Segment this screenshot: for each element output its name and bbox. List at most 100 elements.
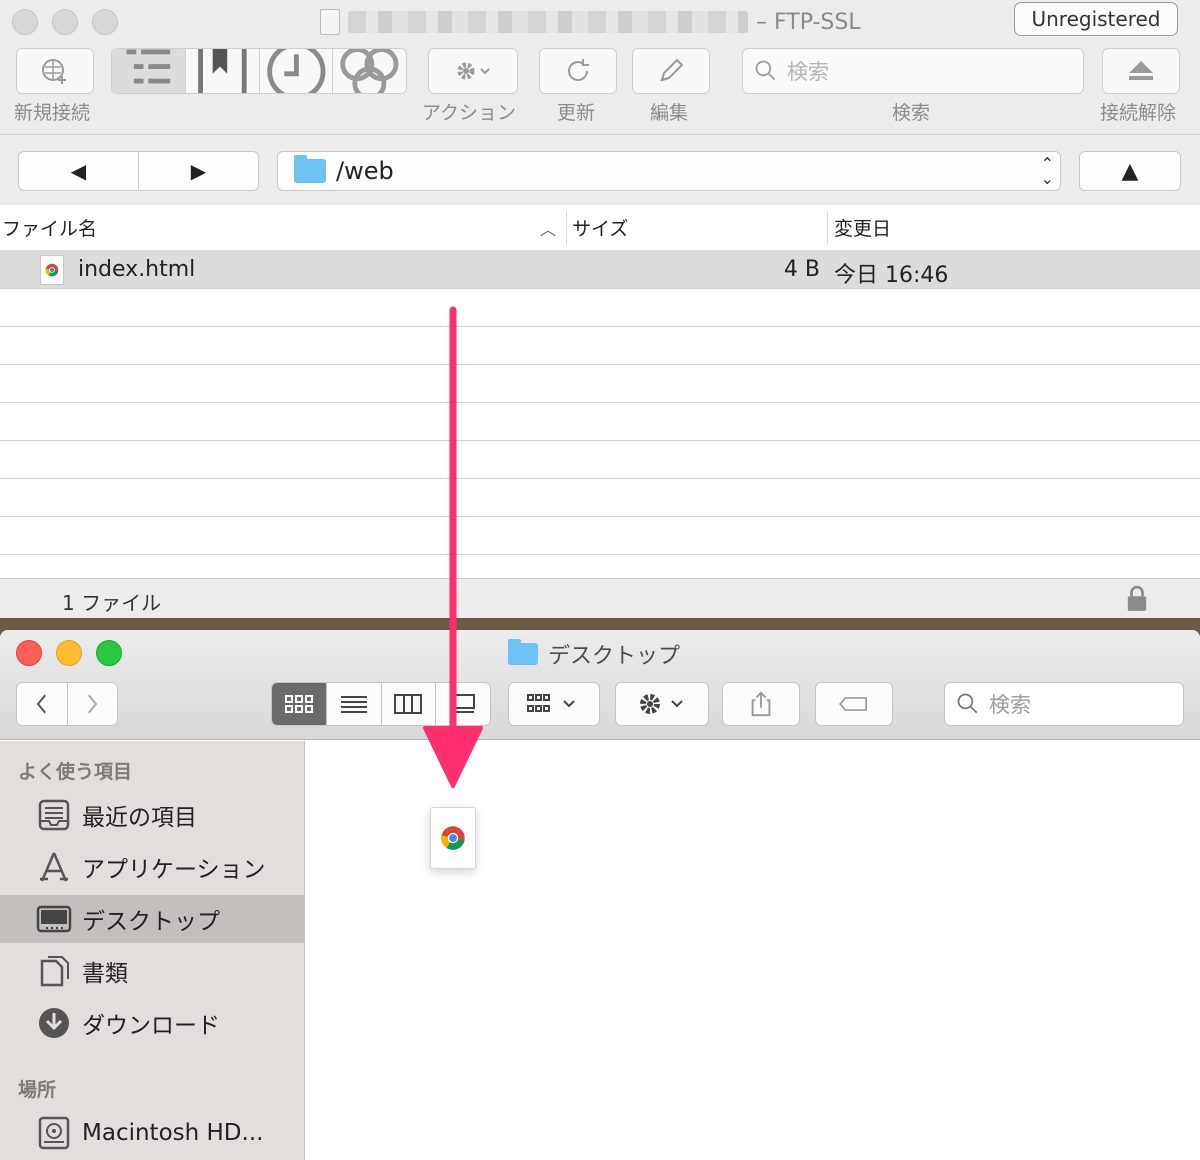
bonjour-icon	[340, 49, 399, 93]
title-suffix: – FTP-SSL	[756, 9, 861, 35]
sidebar-item-documents[interactable]: 書類	[0, 947, 304, 995]
gallery-view-button[interactable]	[436, 683, 490, 725]
search-icon	[957, 693, 978, 714]
outline-view-button[interactable]	[112, 49, 186, 93]
close-button[interactable]	[12, 9, 38, 35]
disconnect-label: 接続解除	[1100, 102, 1177, 124]
group-grid-chevron-icon	[527, 694, 575, 712]
dragged-file[interactable]	[430, 807, 476, 869]
forward-button[interactable]	[68, 683, 118, 725]
parent-folder-button[interactable]: ▲	[1079, 151, 1181, 191]
group-by-button[interactable]	[508, 682, 600, 726]
finder-content[interactable]	[306, 741, 1200, 1160]
history-nav-segment: ◀ ▶	[18, 151, 259, 191]
chrome-icon	[45, 263, 59, 277]
bookmark-icon	[197, 49, 247, 93]
sidebar-item-desktop[interactable]: デスクトップ	[0, 895, 304, 943]
search-placeholder: 検索	[989, 693, 1031, 717]
sidebar-item-label: デスクトップ	[82, 909, 220, 935]
sidebar-item-recents[interactable]: 最近の項目	[0, 791, 304, 839]
file-size: 4 B	[783, 257, 820, 282]
file-row[interactable]: index.html 4 B 今日 16:46	[0, 251, 1200, 289]
finder-sidebar: よく使う項目 最近の項目 アプリケーション デスクトップ 書類 ダウンロード 場…	[0, 741, 305, 1160]
empty-row	[0, 441, 1200, 479]
ftp-window: – FTP-SSL Unregistered 新規接続 アクション 更新 編集 …	[0, 0, 1200, 618]
file-count: 1 ファイル	[62, 591, 162, 615]
refresh-button[interactable]	[539, 48, 617, 94]
modified-column-header[interactable]: 変更日	[834, 214, 891, 241]
size-column-header[interactable]: サイズ	[572, 214, 628, 241]
finder-title-text: デスクトップ	[548, 644, 681, 669]
column-header: ファイル名 ︿ サイズ 変更日	[0, 205, 1200, 251]
list-icon	[340, 696, 367, 713]
zoom-button[interactable]	[92, 9, 118, 35]
close-button[interactable]	[16, 640, 42, 666]
downloads-icon	[39, 1008, 69, 1038]
sidebar-item-label: ダウンロード	[82, 1013, 220, 1039]
gallery-icon	[451, 694, 476, 713]
minimize-button[interactable]	[56, 640, 82, 666]
path-bar: ◀ ▶ /web ⌃ ⌄ ▲	[0, 134, 1200, 204]
chevron-left-icon	[36, 694, 46, 714]
tags-button[interactable]	[815, 682, 893, 726]
name-column-header[interactable]: ファイル名	[2, 214, 97, 241]
minimize-button[interactable]	[52, 9, 78, 35]
forward-button[interactable]: ▶	[139, 152, 258, 190]
blurred-hostname	[348, 11, 748, 33]
sidebar-item-macintosh-hd[interactable]: Macintosh HD...	[0, 1109, 304, 1157]
clock-icon	[266, 49, 325, 93]
eject-icon	[1129, 61, 1153, 80]
action-button[interactable]	[428, 48, 518, 94]
zoom-button[interactable]	[96, 640, 122, 666]
finder-window: デスクトップ 検索 よく使う項目 最近の項目 アプリケーション デスクトップ 書…	[0, 630, 1200, 1160]
document-icon	[320, 9, 340, 35]
new-connection-button[interactable]	[16, 48, 94, 94]
icon-grid-icon	[284, 695, 313, 713]
finder-search-field[interactable]: 検索	[944, 682, 1184, 726]
edit-button[interactable]	[632, 48, 710, 94]
sidebar-item-downloads[interactable]: ダウンロード	[0, 999, 304, 1047]
history-button[interactable]	[260, 49, 334, 93]
path-popup[interactable]: /web ⌃ ⌄	[277, 151, 1061, 191]
gear-chevron-icon	[640, 694, 683, 714]
sidebar-item-label: アプリケーション	[82, 857, 266, 883]
bonjour-button[interactable]	[333, 49, 406, 93]
sidebar-item-applications[interactable]: アプリケーション	[0, 843, 304, 891]
share-button[interactable]	[722, 682, 800, 726]
empty-row	[0, 479, 1200, 517]
ftp-window-controls	[12, 9, 118, 35]
tag-icon	[838, 697, 867, 711]
back-button[interactable]	[17, 683, 68, 725]
empty-row	[0, 403, 1200, 441]
ftp-search-field[interactable]: 検索	[742, 48, 1084, 94]
unregistered-button[interactable]: Unregistered	[1014, 2, 1178, 36]
empty-row	[0, 365, 1200, 403]
refresh-label: 更新	[557, 102, 596, 124]
view-mode-segment	[111, 48, 407, 94]
sidebar-item-label: 書類	[82, 961, 128, 987]
column-divider	[827, 211, 828, 245]
search-placeholder: 検索	[787, 60, 829, 84]
icon-view-button[interactable]	[272, 683, 327, 725]
file-modified: 今日 16:46	[834, 263, 949, 288]
chrome-html-file-icon	[40, 255, 64, 285]
share-icon	[751, 691, 771, 717]
sort-ascending-icon: ︿	[540, 219, 557, 239]
chevron-right-icon	[88, 694, 98, 714]
gear-chevron-icon	[457, 62, 490, 80]
disconnect-button[interactable]	[1102, 48, 1180, 94]
column-view-button[interactable]	[382, 683, 437, 725]
finder-title: デスクトップ	[508, 638, 680, 670]
list-view-button[interactable]	[327, 683, 382, 725]
bookmarks-button[interactable]	[186, 49, 260, 93]
sidebar-item-label: Macintosh HD...	[82, 1120, 264, 1146]
lock-icon	[1126, 585, 1148, 618]
action-menu-button[interactable]	[615, 682, 709, 726]
globe-plus-icon	[42, 59, 66, 84]
back-button[interactable]: ◀	[19, 152, 139, 190]
folder-icon	[294, 155, 326, 183]
chevron-updown-icon: ⌃ ⌄	[1040, 154, 1054, 188]
finder-window-controls	[16, 640, 122, 666]
finder-toolbar: デスクトップ 検索	[0, 630, 1200, 740]
finder-nav-segment	[16, 682, 118, 726]
